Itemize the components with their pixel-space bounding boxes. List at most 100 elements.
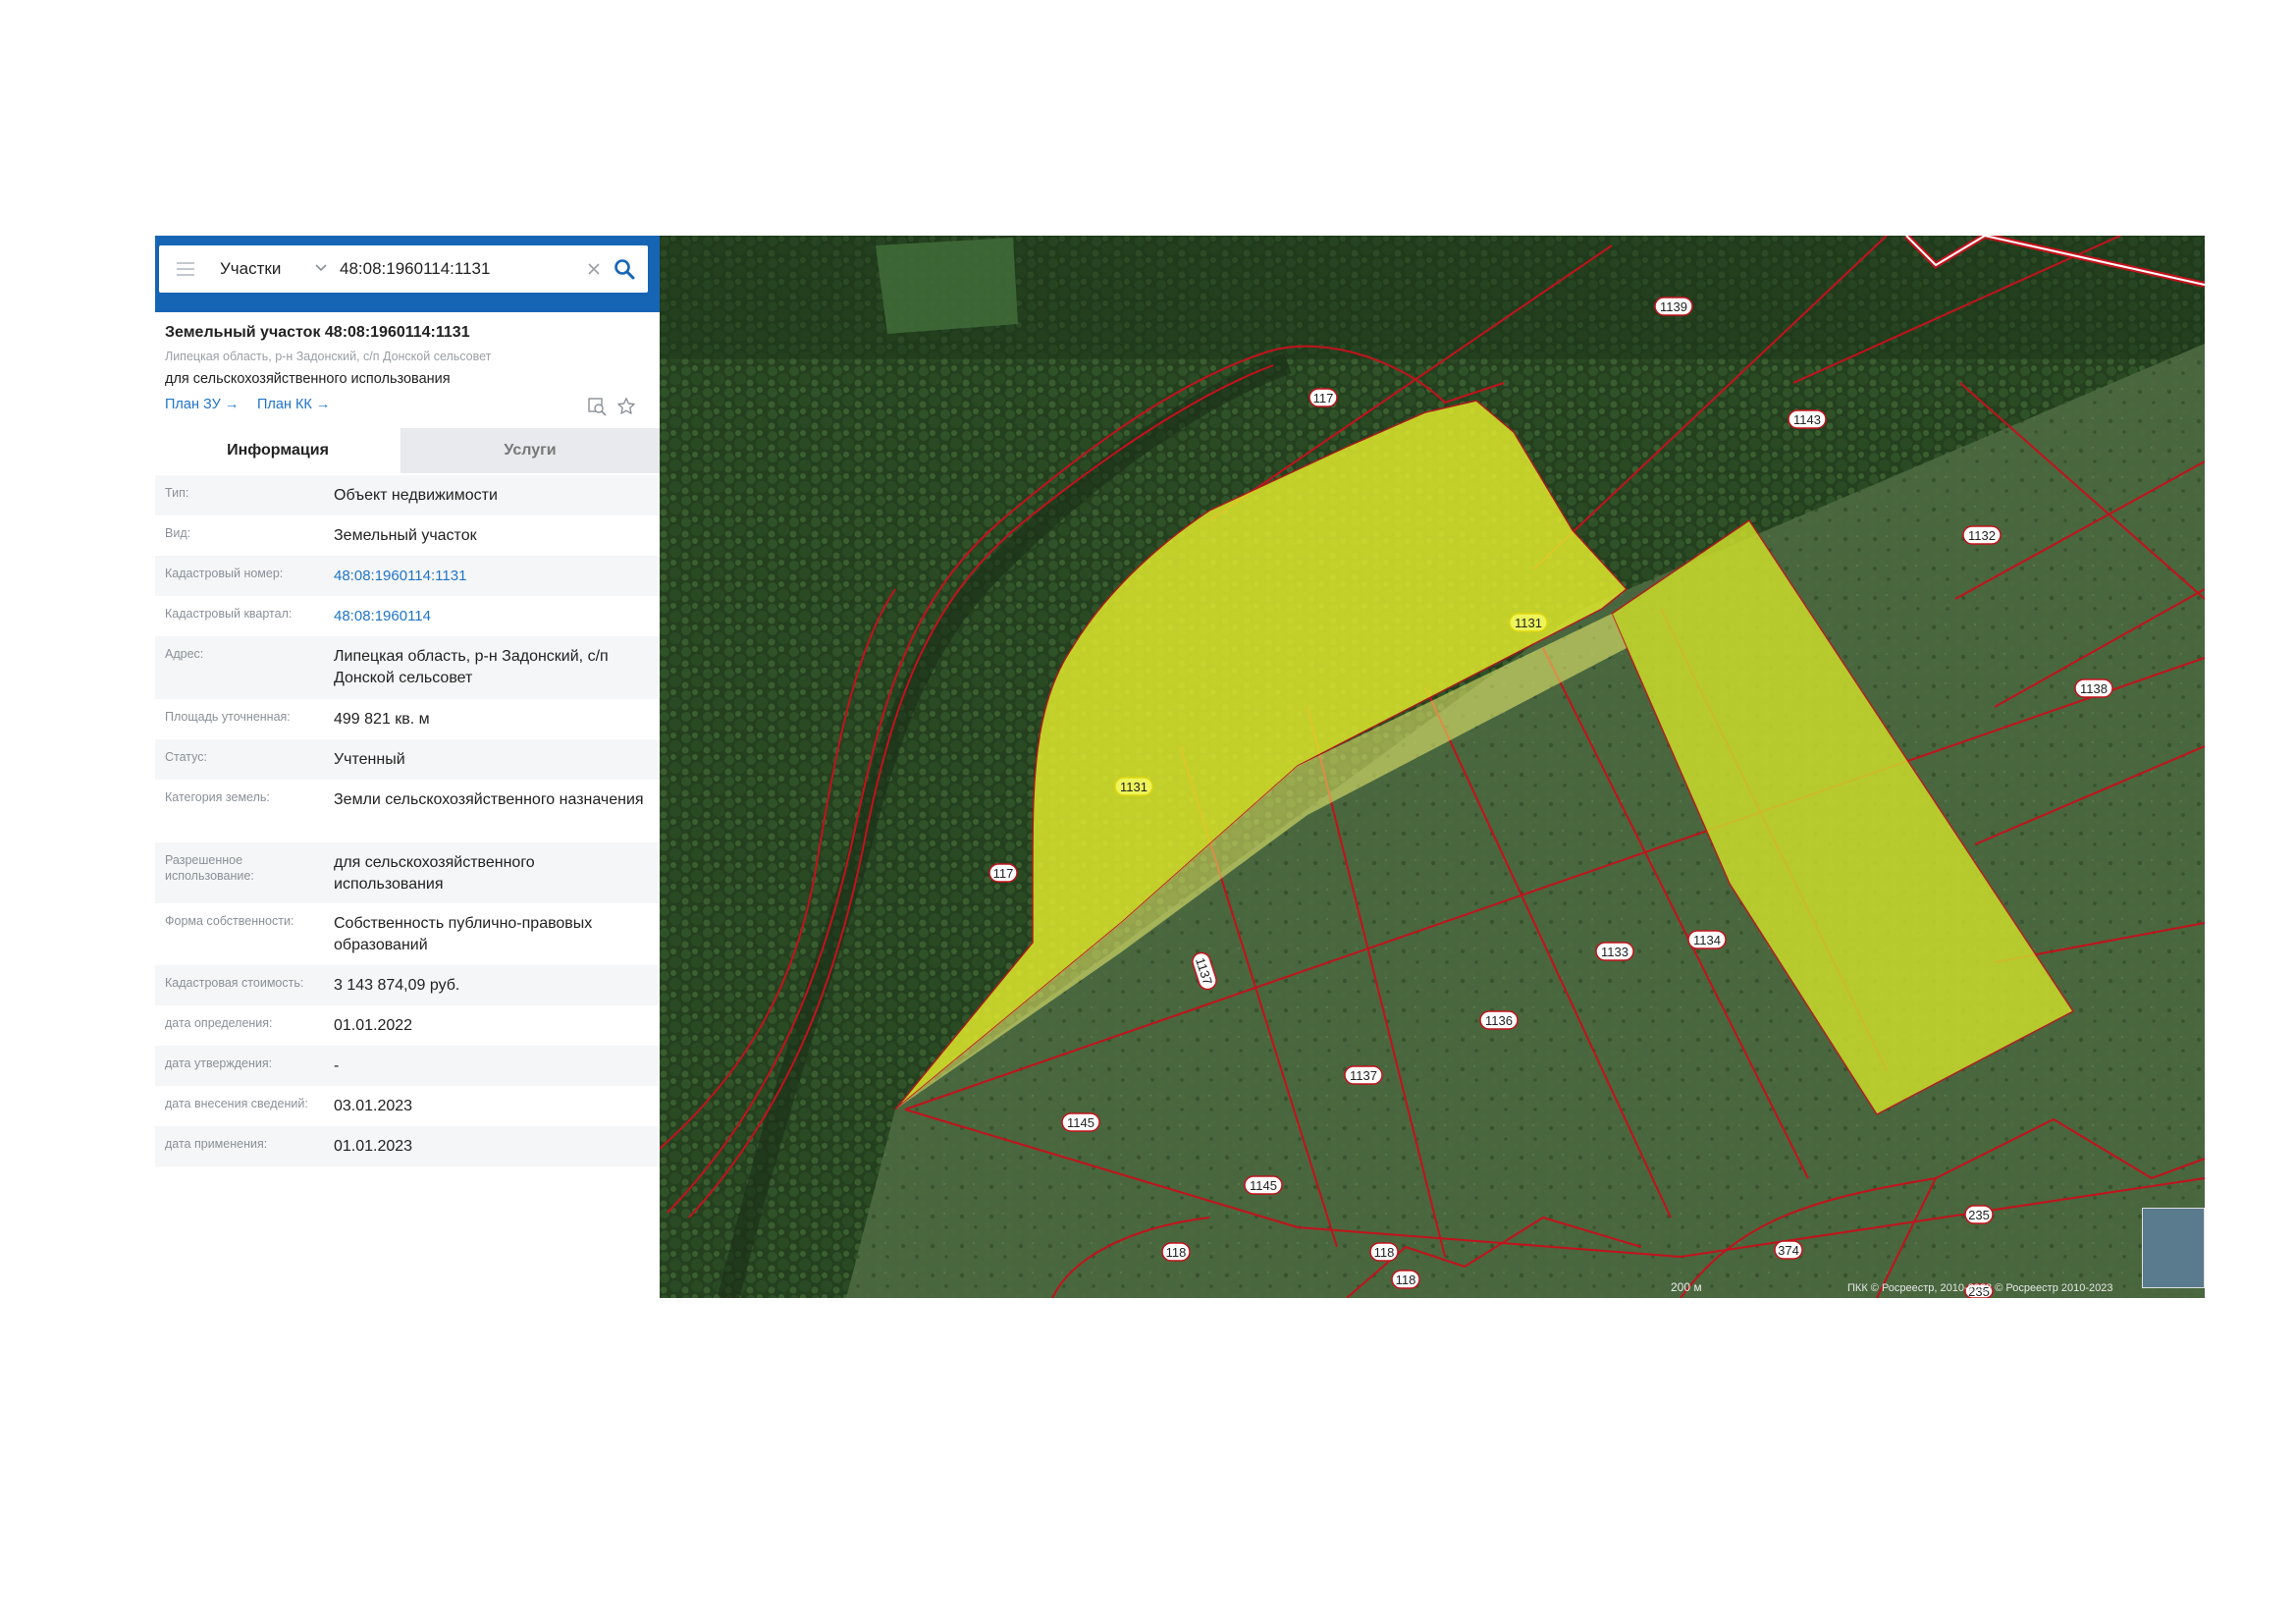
info-value: Земли сельскохозяйственного назначения [334,791,644,808]
info-label: Кадастровый квартал: [165,607,293,621]
svg-text:1145: 1145 [1067,1115,1095,1130]
info-row-cadastral-quarter: Кадастровый квартал: 48:08:1960114 [155,596,660,636]
parcel-label-1145[interactable]: 1145 [1061,1112,1100,1132]
search-box: Участки [159,245,648,293]
info-row-cadastral-number: Кадастровый номер: 48:08:1960114:1131 [155,556,660,596]
svg-text:118: 118 [1396,1272,1416,1287]
scale-bar: 200 м [1671,1280,1702,1294]
svg-text:117: 117 [993,866,1014,881]
info-panel: Участки Земельный участок 48:08:1960114:… [155,236,680,1298]
svg-text:1133: 1133 [1601,945,1629,959]
info-table: Тип: Объект недвижимости Вид: Земельный … [155,475,660,1166]
search-bar: Участки [155,236,680,312]
svg-text:118: 118 [1166,1245,1187,1260]
parcel-label-1139[interactable]: 1139 [1654,297,1693,316]
info-row-ownership: Форма собственности: Собственность публи… [155,903,660,965]
info-row-kind: Вид: Земельный участок [155,515,660,556]
info-value: Собственность публично-правовых образова… [334,915,593,953]
info-row-date-determined: дата определения: 01.01.2022 [155,1005,660,1046]
parcel-label-1136[interactable]: 1136 [1479,1010,1519,1030]
parcel-label-117[interactable]: 117 [1308,388,1338,407]
parcel-label-1131[interactable]: 1131 [1114,777,1153,796]
zoom-to-parcel-icon[interactable] [587,397,607,416]
info-label: Форма собственности: [165,914,294,928]
info-label: Вид: [165,526,191,540]
cadastral-quarter-link[interactable]: 48:08:1960114 [334,606,648,627]
info-label: Категория земель: [165,790,270,804]
parcel-label-1131[interactable]: 1131 [1509,613,1548,632]
info-row-area: Площадь уточненная: 499 821 кв. м [155,699,660,739]
parcel-title: Земельный участок 48:08:1960114:1131 [165,324,470,341]
parcel-label-1132[interactable]: 1132 [1962,525,2002,545]
parcel-label-1133[interactable]: 1133 [1595,942,1634,961]
info-label: дата утверждения: [165,1056,273,1070]
info-value: для сельскохозяйственного использования [334,854,535,893]
parcel-label-1145[interactable]: 1145 [1244,1175,1283,1195]
info-label: Статус: [165,750,207,764]
parcel-label-1138[interactable]: 1138 [2074,678,2113,698]
field-clearing [876,238,1018,334]
info-value: Учтенный [334,751,405,768]
svg-text:1132: 1132 [1968,528,1996,543]
parcel-label-118[interactable]: 118 [1161,1242,1191,1262]
svg-text:1136: 1136 [1485,1013,1513,1028]
info-label: дата применения: [165,1137,268,1151]
svg-text:235: 235 [1968,1208,1990,1222]
plan-kk-link[interactable]: План КК → [257,397,330,412]
tab-information[interactable]: Информация [155,428,400,473]
copyright-text: ПКК © Росреестр, 2010-2023 © Росреестр 2… [1847,1282,2113,1294]
basemap-switcher[interactable] [2142,1208,2205,1288]
chevron-down-icon[interactable] [312,258,330,276]
info-row-date-approved: дата утверждения: - [155,1046,660,1086]
info-row-date-applied: дата применения: 01.01.2023 [155,1126,660,1166]
parcel-label-118[interactable]: 118 [1391,1270,1420,1289]
plan-zu-link[interactable]: План ЗУ → [165,397,239,412]
info-row-date-entered: дата внесения сведений: 03.01.2023 [155,1086,660,1126]
parcel-label-117[interactable]: 117 [988,863,1018,883]
info-value: 01.01.2022 [334,1017,413,1034]
info-row-land-category: Категория земель: Земли сельскохозяйстве… [155,780,660,842]
svg-text:1145: 1145 [1250,1178,1277,1193]
tab-services[interactable]: Услуги [400,428,660,473]
info-value: 499 821 кв. м [334,711,430,728]
info-label: Тип: [165,486,189,500]
info-value: Объект недвижимости [334,487,498,504]
info-label: дата определения: [165,1016,273,1030]
svg-text:1137: 1137 [1350,1068,1377,1083]
parcel-label-374[interactable]: 374 [1774,1240,1803,1260]
cadastral-number-link[interactable]: 48:08:1960114:1131 [334,566,648,587]
info-value: - [334,1057,340,1074]
parcel-purpose: для сельскохозяйственного использования [165,371,451,387]
parcel-label-235[interactable]: 235 [1964,1205,1994,1224]
menu-icon[interactable] [177,259,196,279]
map-view[interactable]: 1139 117 1143 1132 1131 1131 1138 117 11… [660,236,2205,1298]
info-value: 01.01.2023 [334,1138,413,1155]
svg-text:1131: 1131 [1120,780,1148,794]
info-value: Земельный участок [334,527,477,544]
svg-text:374: 374 [1778,1243,1799,1258]
info-label: Площадь уточненная: [165,710,291,724]
info-row-cadastral-value: Кадастровая стоимость: 3 143 874,09 руб. [155,965,660,1005]
parcel-label-118[interactable]: 118 [1369,1242,1399,1262]
svg-text:1134: 1134 [1693,933,1721,947]
svg-text:1139: 1139 [1660,299,1687,314]
map-canvas: 1139 117 1143 1132 1131 1131 1138 117 11… [660,236,2205,1298]
svg-text:1131: 1131 [1515,616,1542,630]
info-label: Адрес: [165,647,204,661]
info-row-type: Тип: Объект недвижимости [155,475,660,515]
layer-select[interactable]: Участки [220,245,281,293]
tabs: Информация Услуги [155,428,660,473]
close-icon[interactable] [585,260,603,278]
search-input[interactable] [340,253,556,285]
search-icon[interactable] [613,257,636,281]
svg-text:1143: 1143 [1793,412,1821,427]
parcel-label-1137[interactable]: 1137 [1344,1065,1383,1085]
info-row-address: Адрес: Липецкая область, р-н Задонский, … [155,636,660,699]
info-label: Кадастровая стоимость: [165,976,304,990]
star-icon[interactable] [616,397,636,416]
parcel-label-1134[interactable]: 1134 [1687,930,1727,949]
svg-text:117: 117 [1313,391,1334,406]
parcel-address: Липецкая область, р-н Задонский, с/п Дон… [165,350,492,363]
parcel-label-1143[interactable]: 1143 [1788,409,1827,429]
info-row-permitted-use: Разрешенное использование: для сельскохо… [155,842,660,903]
